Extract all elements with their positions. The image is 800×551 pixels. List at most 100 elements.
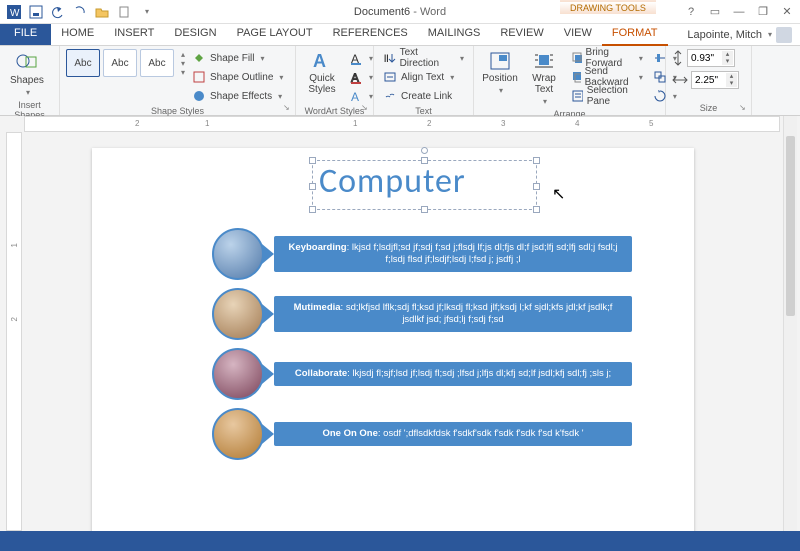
text-direction-label: Text Direction [400,47,454,69]
style-preset-1[interactable]: Abc [66,49,100,77]
smartart-body[interactable]: Collaborate: lkjsdj fl;sjf;lsd jf;lsdj f… [274,362,632,386]
wordart-text[interactable]: Computer [313,161,536,202]
align-text-button[interactable]: Align Text▾ [380,68,467,86]
resize-handle-ne[interactable] [533,157,540,164]
resize-handle-nw[interactable] [309,157,316,164]
status-bar[interactable] [0,531,800,551]
smartart-image-3[interactable] [212,348,264,400]
document-name: Document6 [354,6,410,18]
vertical-ruler[interactable]: 1 2 [6,132,22,531]
height-input[interactable]: 0.93" ▴▾ [687,49,735,67]
position-label: Position [482,73,518,84]
gallery-row-down-icon[interactable]: ▾ [181,59,185,68]
resize-handle-se[interactable] [533,206,540,213]
text-direction-button[interactable]: llText Direction▾ [380,49,467,67]
ruler-v-tick: 2 [10,317,19,321]
window-controls: ? ▭ — ❐ ✕ [680,3,798,21]
save-icon[interactable] [26,3,46,21]
new-doc-icon[interactable] [114,3,134,21]
size-dialog-launcher-icon[interactable]: ↘ [739,103,749,113]
smartart-row[interactable]: Mutimedia: sd;lkfjsd lflk;sdj fl;ksd jf;… [212,288,632,340]
selection-pane-button[interactable]: Selection Pane [568,87,646,105]
tab-review[interactable]: REVIEW [490,24,553,45]
resize-handle-e[interactable] [533,183,540,190]
resize-handle-n[interactable] [421,157,428,164]
smartart-row[interactable]: Keyboarding: lkjsd f;lsdjfl;sd jf;sdj f;… [212,228,632,280]
width-spin-up-icon[interactable]: ▴ [726,73,737,80]
shape-styles-dialog-launcher-icon[interactable]: ↘ [283,103,293,113]
document-page[interactable]: Computer ↖ Keyboarding: lkjsd f;lsdjfl;s… [92,148,694,531]
smartart-row[interactable]: Collaborate: lkjsdj fl;sjf;lsd jf;lsdj f… [212,348,632,400]
tab-page-layout[interactable]: PAGE LAYOUT [227,24,323,45]
shapes-label: Shapes [10,75,44,86]
open-folder-icon[interactable] [92,3,112,21]
wordart-dialog-launcher-icon[interactable]: ↘ [361,103,371,113]
scrollbar-thumb[interactable] [786,136,795,316]
text-outline-icon[interactable]: A▾ [346,68,376,86]
redo-icon[interactable] [70,3,90,21]
resize-handle-sw[interactable] [309,206,316,213]
undo-icon[interactable] [48,3,68,21]
shape-outline-button[interactable]: Shape Outline▾ [189,68,286,86]
wrap-text-button[interactable]: Wrap Text▾ [524,49,564,108]
width-input[interactable]: 2.25" ▴▾ [691,71,739,89]
shape-fill-button[interactable]: Shape Fill▾ [189,49,286,67]
smartart-image-4[interactable] [212,408,264,460]
resize-handle-w[interactable] [309,183,316,190]
minimize-icon[interactable]: — [728,3,750,21]
smartart-text: lkjsd f;lsdjfl;sd jf;sdj f;sd j;flsdj lf… [352,242,618,265]
tab-insert[interactable]: INSERT [104,24,164,45]
smartart-text: osdf ';dflsdkfdsk f'sdkf'sdk f'sdk f'sdk… [383,428,583,439]
tab-references[interactable]: REFERENCES [323,24,418,45]
close-icon[interactable]: ✕ [776,3,798,21]
title-bar: W ▾ Document6 - Word DRAWING TOOLS ? ▭ —… [0,0,800,24]
ruler-tick: 4 [575,119,579,128]
window-title: Document6 - Word [354,6,446,18]
gallery-more-icon[interactable]: ▾ [181,68,185,77]
shapes-gallery-button[interactable]: Shapes ▾ [6,49,48,99]
wordart-selected[interactable]: Computer [312,160,537,210]
style-preset-2[interactable]: Abc [103,49,137,77]
group-text: llText Direction▾ Align Text▾ Create Lin… [374,46,474,115]
horizontal-ruler[interactable]: 2 1 1 2 3 4 5 [24,116,780,132]
smartart-list[interactable]: Keyboarding: lkjsd f;lsdjfl;sd jf;sdj f;… [212,228,632,468]
tab-design[interactable]: DESIGN [164,24,226,45]
rotation-handle-icon[interactable] [421,147,428,154]
ruler-tick: 2 [427,119,431,128]
smartart-image-2[interactable] [212,288,264,340]
resize-handle-s[interactable] [421,206,428,213]
qat-customize-icon[interactable]: ▾ [136,3,156,21]
smartart-body[interactable]: Keyboarding: lkjsd f;lsdjfl;sd jf;sdj f;… [274,236,632,273]
height-value: 0.93" [691,53,714,64]
bring-forward-button[interactable]: Bring Forward▾ [568,49,646,67]
width-value: 2.25" [695,75,718,86]
ribbon-options-icon[interactable]: ▭ [704,3,726,21]
height-spin-down-icon[interactable]: ▾ [722,58,733,65]
user-sign-in[interactable]: Lapointe, Mitch▾ [679,24,800,45]
smartart-body[interactable]: One On One: osdf ';dflsdkfdsk f'sdkf'sdk… [274,422,632,446]
tab-home[interactable]: HOME [51,24,104,45]
page-viewport[interactable]: Computer ↖ Keyboarding: lkjsd f;lsdjfl;s… [28,136,778,531]
word-app-icon[interactable]: W [4,3,24,21]
text-fill-icon[interactable]: A▾ [346,49,376,67]
width-spin-down-icon[interactable]: ▾ [726,80,737,87]
style-preset-3[interactable]: Abc [140,49,174,77]
tab-view[interactable]: VIEW [554,24,602,45]
quick-styles-button[interactable]: A Quick Styles [302,49,342,97]
smartart-body[interactable]: Mutimedia: sd;lkfjsd lflk;sdj fl;ksd jf;… [274,296,632,333]
height-spin-up-icon[interactable]: ▴ [722,51,733,58]
send-backward-button[interactable]: Send Backward▾ [568,68,646,86]
tab-mailings[interactable]: MAILINGS [418,24,491,45]
file-tab[interactable]: FILE [0,24,51,45]
smartart-image-1[interactable] [212,228,264,280]
shape-style-gallery[interactable]: Abc Abc Abc ▴ ▾ ▾ [66,49,185,77]
gallery-row-up-icon[interactable]: ▴ [181,50,185,59]
help-icon[interactable]: ? [680,3,702,21]
position-button[interactable]: Position▾ [480,49,520,97]
create-link-button[interactable]: Create Link [380,87,467,105]
restore-icon[interactable]: ❐ [752,3,774,21]
tab-format[interactable]: FORMAT [602,24,668,46]
smartart-row[interactable]: One On One: osdf ';dflsdkfdsk f'sdkf'sdk… [212,408,632,460]
vertical-scrollbar[interactable] [783,116,797,531]
shape-effects-button[interactable]: Shape Effects▾ [189,87,286,105]
